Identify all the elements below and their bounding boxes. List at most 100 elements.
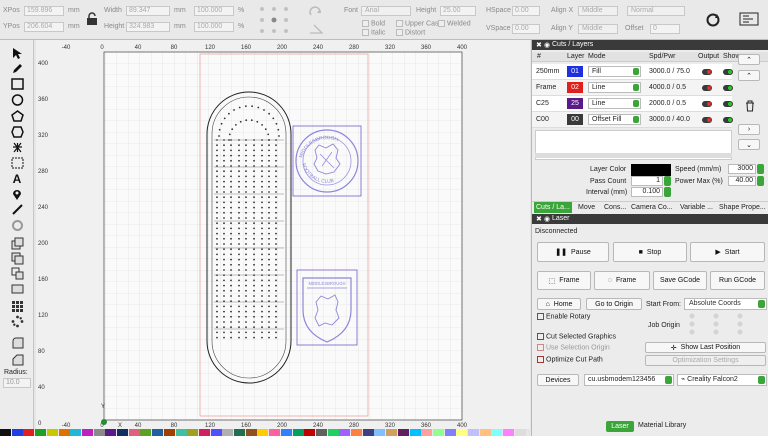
use-selection-origin-checkbox[interactable]: Use Selection Origin: [537, 344, 610, 351]
palette-swatch[interactable]: [351, 429, 362, 436]
palette-swatch[interactable]: [327, 429, 339, 436]
xpos-input[interactable]: 159.896: [24, 6, 64, 16]
palette-swatch[interactable]: [117, 429, 128, 436]
show-toggle[interactable]: [723, 85, 733, 91]
palette-swatch[interactable]: [456, 429, 468, 436]
cut-layer-row[interactable]: C00 00 Offset Fill 3000.0 / 40.0: [532, 112, 733, 128]
palette-swatch[interactable]: [280, 429, 292, 436]
cut-selected-graphics-checkbox[interactable]: Cut Selected Graphics: [537, 333, 616, 340]
palette-swatch[interactable]: [292, 429, 304, 436]
cuts-tab[interactable]: Variable ...: [678, 202, 715, 213]
palette-swatch[interactable]: [468, 429, 479, 436]
power-stepper[interactable]: [757, 176, 764, 186]
start-from-select[interactable]: Absolute Coords: [684, 298, 767, 310]
measure-icon[interactable]: [7, 202, 27, 216]
output-toggle[interactable]: [702, 69, 712, 75]
port-select[interactable]: cu.usbmodem123456: [584, 374, 674, 386]
align-x-select[interactable]: Middle: [578, 6, 618, 16]
show-toggle[interactable]: [723, 101, 733, 107]
corner-edit-icon[interactable]: [7, 352, 27, 366]
frame-button[interactable]: ⬚ Frame: [537, 271, 591, 290]
cuts-tab[interactable]: Cuts / La...: [534, 202, 572, 213]
move-down-bottom-button[interactable]: ⌄: [738, 139, 760, 150]
palette-swatch[interactable]: [93, 429, 105, 436]
float-laser-icon[interactable]: ◉: [544, 215, 550, 223]
cut-layer-row[interactable]: 250mm 01 Fill 3000.0 / 75.0: [532, 64, 733, 80]
palette-swatch[interactable]: [163, 429, 175, 436]
hspace-input[interactable]: 0.00: [512, 6, 540, 16]
cuts-tab[interactable]: Cons...: [602, 202, 628, 213]
palette-swatch[interactable]: [245, 429, 257, 436]
speed-input[interactable]: 3000: [728, 164, 756, 174]
palette-swatch[interactable]: [58, 429, 70, 436]
tab-laser[interactable]: Laser: [606, 421, 634, 432]
palette-swatch[interactable]: [222, 429, 234, 436]
palette-swatch[interactable]: [421, 429, 433, 436]
font-select[interactable]: Arial: [361, 6, 411, 16]
scale-height-input[interactable]: 100.000: [194, 22, 234, 32]
palette-swatch[interactable]: [409, 429, 421, 436]
power-input[interactable]: 40.00: [728, 176, 756, 186]
polygon-icon[interactable]: [7, 109, 27, 123]
palette-swatch[interactable]: [11, 429, 23, 436]
machine-select[interactable]: ⌁ Creality Falcon2: [677, 374, 767, 386]
palette-swatch[interactable]: [304, 429, 316, 436]
hexagon-icon[interactable]: [7, 125, 27, 139]
palette-swatch[interactable]: [491, 429, 503, 436]
distort-checkbox[interactable]: Distort: [396, 29, 425, 36]
close-laser-icon[interactable]: ✖: [536, 215, 542, 223]
ellipse-icon[interactable]: [7, 93, 27, 107]
output-toggle[interactable]: [702, 85, 712, 91]
cuts-scrollbar[interactable]: [535, 153, 732, 158]
palette-swatch[interactable]: [444, 429, 456, 436]
welded-checkbox[interactable]: Welded: [438, 20, 471, 27]
layer-badge[interactable]: 01: [567, 66, 583, 77]
align-y-select[interactable]: Middle: [578, 24, 618, 34]
cuts-tab[interactable]: Shape Prope...: [717, 202, 768, 213]
enable-rotary-checkbox[interactable]: Enable Rotary: [537, 313, 590, 320]
home-button[interactable]: ⌂ Home: [537, 298, 581, 310]
interval-input[interactable]: 0.100: [631, 187, 663, 197]
show-last-position-button[interactable]: ✛ Show Last Position: [645, 342, 766, 353]
pause-button[interactable]: ❚❚ Pause: [537, 242, 609, 262]
palette-swatch[interactable]: [105, 429, 117, 436]
cut-layer-row[interactable]: Frame 02 Line 4000.0 / 0.5: [532, 80, 733, 96]
height-input[interactable]: 324.983: [126, 22, 170, 32]
layer-mode-select[interactable]: Line: [588, 98, 641, 109]
cut-layer-row[interactable]: C25 25 Line 2000.0 / 0.5: [532, 96, 733, 112]
rotate-icon[interactable]: [308, 6, 324, 18]
optimize-cut-path-checkbox[interactable]: Optimize Cut Path: [537, 356, 603, 363]
trash-icon[interactable]: [744, 100, 756, 112]
palette-swatch[interactable]: [198, 429, 210, 436]
tab-cut-icon[interactable]: [7, 140, 27, 154]
palette-swatch[interactable]: [70, 429, 82, 436]
palette-swatch[interactable]: [175, 429, 187, 436]
layer-mode-select[interactable]: Fill: [588, 66, 641, 77]
speed-stepper[interactable]: [757, 164, 764, 174]
palette-swatch[interactable]: [397, 429, 409, 436]
palette-swatch[interactable]: [152, 429, 164, 436]
palette-swatch[interactable]: [257, 429, 269, 436]
move-down-button[interactable]: ›: [738, 124, 760, 135]
palette-swatch[interactable]: [23, 429, 35, 436]
cuts-tab[interactable]: Camera Co...: [629, 202, 675, 213]
cuts-tab[interactable]: Move: [576, 202, 597, 213]
palette-swatch[interactable]: [81, 429, 93, 436]
palette-swatch[interactable]: [315, 429, 327, 436]
job-origin-grid[interactable]: [684, 312, 748, 336]
text-height-input[interactable]: 25.00: [440, 6, 476, 16]
float-panel-icon[interactable]: ◉: [544, 41, 550, 49]
layer-badge[interactable]: 02: [567, 82, 583, 93]
ypos-input[interactable]: 206.604: [24, 22, 64, 32]
width-input[interactable]: 89.347: [126, 6, 170, 16]
rectangle-icon[interactable]: [7, 77, 27, 91]
layer-mode-select[interactable]: Line: [588, 82, 641, 93]
run-gcode-button[interactable]: Run GCode: [710, 271, 765, 290]
offset-input[interactable]: 0: [650, 24, 680, 34]
devices-button[interactable]: Devices: [537, 374, 579, 386]
color-palette[interactable]: [0, 429, 530, 436]
layer-color-swatch[interactable]: [631, 164, 671, 176]
layer-mode-select[interactable]: Offset Fill: [588, 114, 641, 125]
output-toggle[interactable]: [702, 117, 712, 123]
interval-stepper[interactable]: [664, 187, 671, 197]
